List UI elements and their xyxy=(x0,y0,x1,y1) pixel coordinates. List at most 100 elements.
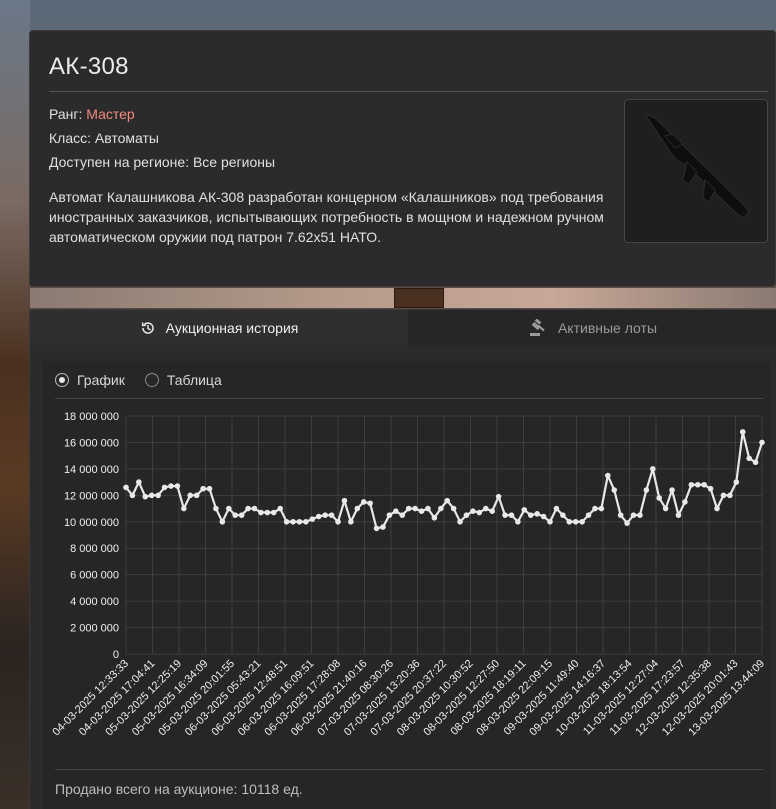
item-rank: Ранг: Мастер xyxy=(49,106,135,122)
data-point xyxy=(675,512,682,518)
gavel-icon xyxy=(528,319,548,337)
data-point xyxy=(335,518,341,525)
data-point xyxy=(707,485,714,492)
data-point xyxy=(527,512,534,518)
data-point xyxy=(354,505,361,512)
background-tower xyxy=(394,288,444,308)
data-point xyxy=(168,483,174,489)
item-class: Класс: Автоматы xyxy=(49,130,159,146)
data-point xyxy=(598,505,605,512)
data-point xyxy=(380,524,386,530)
data-point xyxy=(219,518,226,525)
rifle-icon xyxy=(644,113,750,219)
data-point xyxy=(515,518,521,525)
data-point xyxy=(457,518,463,525)
tab-auction-history[interactable]: Аукционная история xyxy=(30,310,408,346)
data-point xyxy=(251,505,258,512)
data-point xyxy=(258,509,264,516)
data-point xyxy=(502,512,508,518)
data-point xyxy=(174,483,181,489)
y-tick-label: 0 xyxy=(113,649,119,661)
data-point xyxy=(656,495,663,501)
data-point xyxy=(617,512,624,518)
data-point xyxy=(315,513,322,520)
history-icon xyxy=(140,320,156,336)
tab-active-lots[interactable]: Активные лоты xyxy=(408,310,776,346)
item-image xyxy=(624,99,768,243)
data-point xyxy=(495,493,502,500)
rank-label: Ранг: xyxy=(49,106,83,122)
data-point xyxy=(277,505,283,512)
title-divider xyxy=(49,91,768,92)
y-tick-label: 10 000 000 xyxy=(64,517,119,529)
tab-auction-history-label: Аукционная история xyxy=(165,320,299,336)
data-point xyxy=(701,481,707,488)
item-title: АК-308 xyxy=(49,53,129,80)
data-point xyxy=(688,481,695,488)
data-point xyxy=(611,487,618,493)
data-point xyxy=(624,520,630,526)
data-point xyxy=(682,499,688,505)
data-point xyxy=(193,492,200,499)
data-point xyxy=(341,497,348,504)
total-sold-text: Продано всего на аукционе: 10118 ед. xyxy=(55,781,303,797)
data-point xyxy=(303,518,309,525)
data-point xyxy=(444,497,451,504)
data-point xyxy=(322,512,328,518)
tab-bar: Аукционная история Активные лоты xyxy=(29,309,776,346)
price-chart: 18 000 000 16 000 000 14 000 000 12 000 000… xyxy=(50,411,767,738)
data-point xyxy=(238,512,245,518)
y-tick-label: 14 000 000 xyxy=(64,464,119,476)
y-tick-label: 2 000 000 xyxy=(70,623,119,635)
data-point xyxy=(213,505,219,512)
background-scenery xyxy=(0,0,30,809)
data-point xyxy=(283,518,290,525)
chart-container: График Таблица 18 000 000 16 000 000 14 00… xyxy=(43,361,771,809)
data-point xyxy=(733,479,740,485)
data-point xyxy=(534,511,540,517)
data-point xyxy=(605,472,611,479)
data-point xyxy=(412,505,418,512)
data-point xyxy=(393,508,399,514)
data-point xyxy=(309,516,316,522)
data-point xyxy=(662,505,669,512)
rank-value: Мастер xyxy=(86,106,135,122)
data-point xyxy=(540,513,547,520)
data-point xyxy=(187,492,194,499)
data-point xyxy=(752,459,759,466)
data-point xyxy=(270,509,277,516)
data-point xyxy=(572,518,579,525)
data-point xyxy=(463,512,470,518)
data-point xyxy=(386,512,393,518)
data-point xyxy=(482,505,489,512)
data-point xyxy=(328,512,335,518)
data-point xyxy=(476,509,483,516)
data-point xyxy=(560,512,566,518)
data-point xyxy=(720,492,727,499)
item-region: Доступен на регионе: Все регионы xyxy=(49,154,276,170)
data-point xyxy=(129,492,136,499)
y-tick-label: 6 000 000 xyxy=(70,570,119,582)
data-point xyxy=(759,439,765,446)
data-point xyxy=(225,505,232,512)
data-point xyxy=(470,508,476,514)
item-info-card: АК-308 Ранг: Мастер Класс: Автоматы Дост… xyxy=(29,30,776,287)
data-point xyxy=(296,518,303,525)
data-point xyxy=(206,485,213,492)
data-point xyxy=(585,512,592,518)
data-point xyxy=(489,508,495,514)
data-point xyxy=(643,487,650,493)
y-tick-label: 12 000 000 xyxy=(64,490,119,502)
y-tick-label: 16 000 000 xyxy=(64,437,119,449)
y-tick-label: 4 000 000 xyxy=(70,596,119,608)
data-point xyxy=(360,499,367,505)
data-point xyxy=(373,525,380,532)
tab-active-lots-label: Активные лоты xyxy=(557,320,658,336)
data-point xyxy=(264,509,271,516)
data-point xyxy=(508,512,515,518)
data-point xyxy=(553,505,560,512)
data-point xyxy=(727,492,733,499)
data-point xyxy=(566,518,573,525)
data-point xyxy=(739,429,746,435)
data-point xyxy=(669,487,675,493)
